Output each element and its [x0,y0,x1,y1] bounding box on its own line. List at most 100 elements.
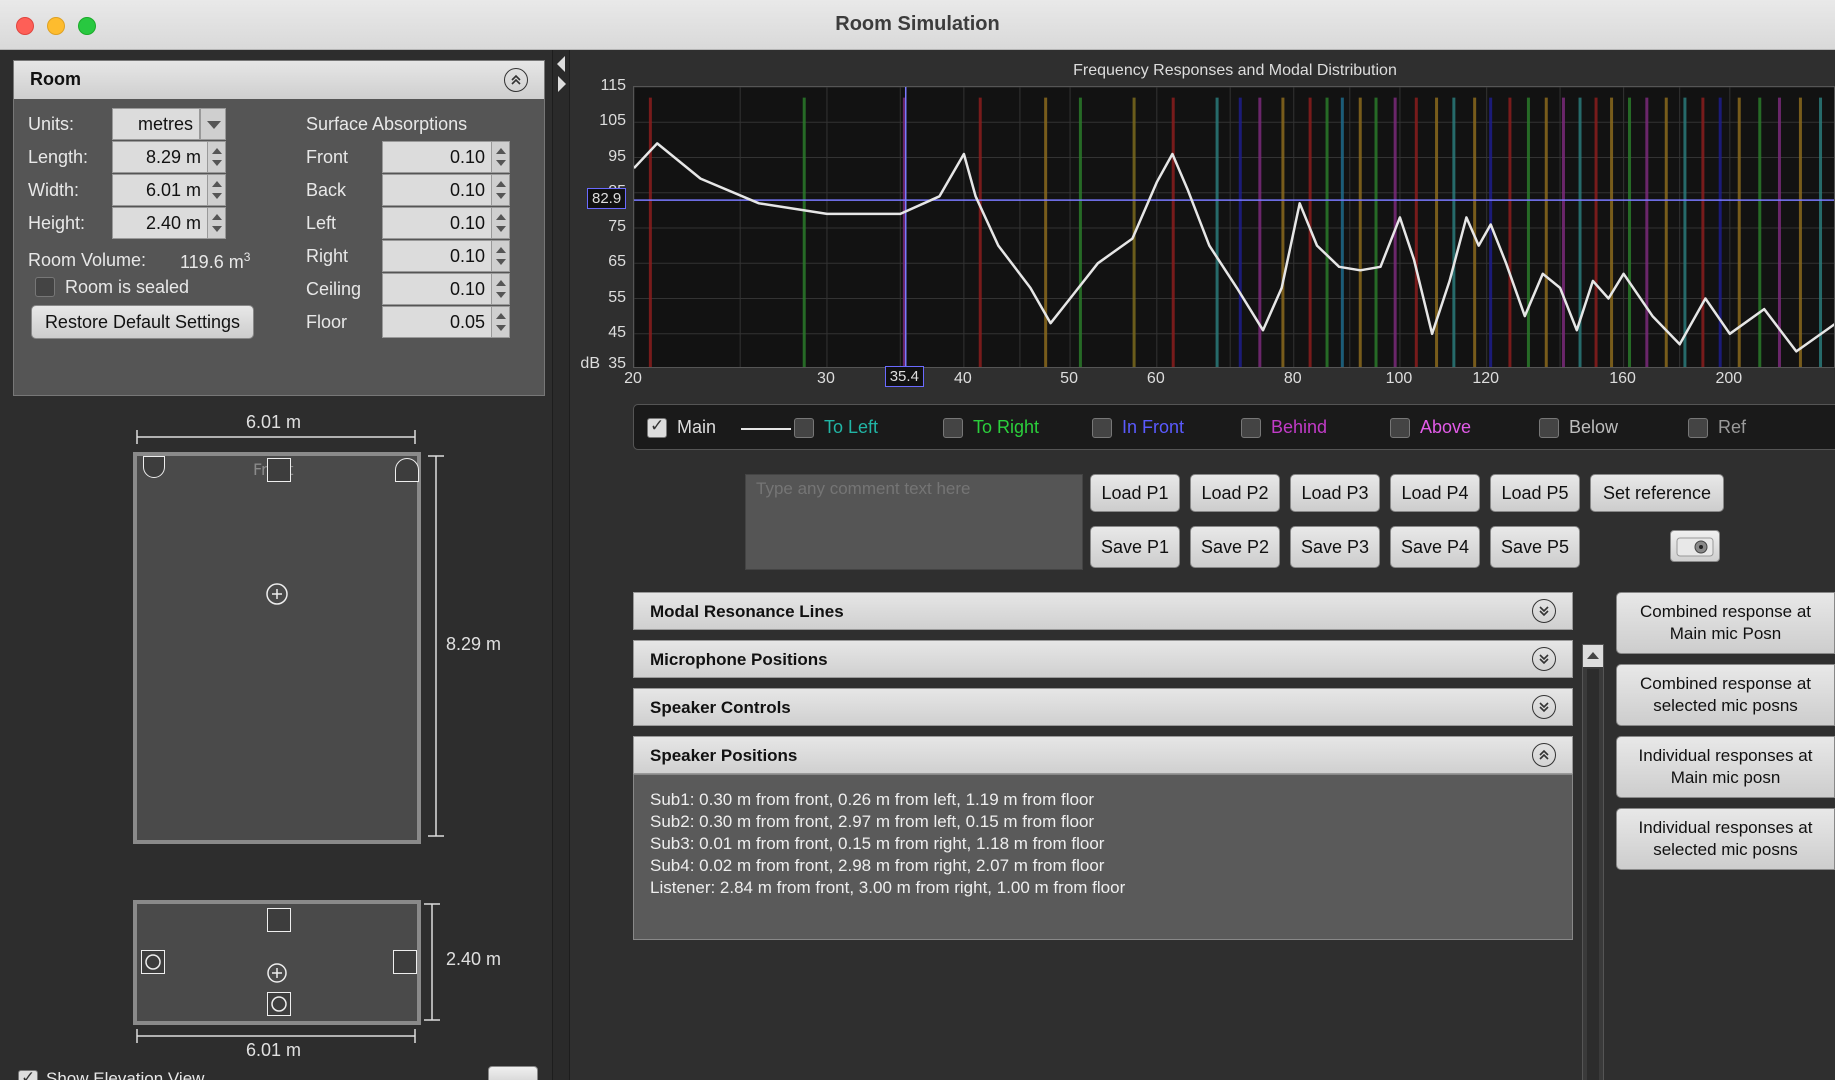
chart-title: Frequency Responses and Modal Distributi… [1073,62,1397,79]
plan-length-dimension: 8.29 m [446,634,502,654]
speaker-position-line: Sub2: 0.30 m from front, 2.97 m from lef… [650,812,1095,831]
collapse-up-icon[interactable] [1532,743,1556,767]
save-p5-button[interactable]: Save P5 [1490,526,1580,568]
expand-down-icon[interactable] [1532,647,1556,671]
speaker-position-line: Sub1: 0.30 m from front, 0.26 m from lef… [650,790,1095,809]
scrollbar-track[interactable] [1587,669,1599,1080]
modal-resonance-lines-header[interactable]: Modal Resonance Lines [633,592,1573,630]
sub3-speaker-icon[interactable] [395,458,419,482]
scroll-up-icon[interactable] [1583,645,1603,667]
listener-elevation-icon[interactable] [265,962,289,986]
legend-ref-label: Ref [1718,417,1747,437]
y-tick-label: 95 [608,147,626,165]
listener-icon[interactable] [265,582,289,606]
legend-ref-checkbox[interactable] [1688,418,1708,438]
legend-in-front-label: In Front [1122,417,1185,437]
load-p5-button[interactable]: Load P5 [1490,474,1580,512]
window-title: Room Simulation [835,13,1000,35]
legend-behind-checkbox[interactable] [1241,418,1261,438]
legend-to-right-label: To Right [973,417,1040,437]
load-p1-button[interactable]: Load P1 [1090,474,1180,512]
expand-down-icon[interactable] [1532,599,1556,623]
camera-icon[interactable] [488,1066,538,1080]
camera-icon[interactable] [1670,530,1720,562]
microphone-positions-title: Microphone Positions [650,650,828,669]
legend-main-label: Main [677,417,717,437]
show-elevation-label: Show Elevation View [46,1069,205,1080]
comment-input[interactable] [745,474,1083,570]
legend-to-right-checkbox[interactable] [943,418,963,438]
speaker-position-line: Listener: 2.84 m from front, 3.00 m from… [650,878,1126,897]
expand-down-icon[interactable] [1532,695,1556,719]
accordion-scrollbar[interactable] [1582,644,1604,1080]
legend-main-line [741,428,791,430]
room-plan-view[interactable]: Front [133,452,421,844]
load-p3-button[interactable]: Load P3 [1290,474,1380,512]
combined-main-mic-button[interactable]: Combined response at Main mic Posn [1616,592,1835,654]
show-elevation-checkbox[interactable] [18,1068,38,1080]
load-p4-button[interactable]: Load P4 [1390,474,1480,512]
sub1-speaker-icon[interactable] [143,456,165,478]
individual-selected-mics-button[interactable]: Individual responses at selected mic pos… [1616,808,1835,870]
left-pane: Room Units: metres Length: 8.29 m Width:… [0,50,552,1080]
x-tick-label: 50 [1060,370,1078,387]
sub2-elevation-icon[interactable] [267,992,291,1016]
y-tick-label: 45 [608,323,626,341]
plan-width-dimension: 6.01 m [246,412,302,432]
sub1-elevation-icon[interactable] [141,950,165,974]
sub3-elevation-icon[interactable] [393,950,417,974]
save-p1-button[interactable]: Save P1 [1090,526,1180,568]
legend-in-front-checkbox[interactable] [1092,418,1112,438]
modal-resonance-lines-title: Modal Resonance Lines [650,602,844,621]
combined-selected-mics-button[interactable]: Combined response at selected mic posns [1616,664,1835,726]
x-tick-label: 120 [1472,370,1500,387]
legend-to-left-checkbox[interactable] [794,418,814,438]
speaker-positions-title: Speaker Positions [650,746,798,765]
individual-main-mic-button[interactable]: Individual responses at Main mic posn [1616,736,1835,798]
right-pane: Frequency Responses and Modal Distributi… [570,50,1835,1080]
legend-behind-label: Behind [1271,417,1328,437]
title-bar: Room Simulation [0,0,1835,50]
speaker-position-line: Sub3: 0.01 m from front, 0.15 m from rig… [650,834,1105,853]
cursor-y-readout: 82.9 [587,188,627,210]
chart-plot-area [634,87,1834,367]
x-tick-label: 30 [817,370,835,387]
load-p2-button[interactable]: Load P2 [1190,474,1280,512]
legend-to-left-label: To Left [824,417,879,437]
elevation-width-dimension: 6.01 m [246,1040,302,1060]
x-tick-label: 80 [1283,370,1302,387]
x-tick-label: 40 [953,370,972,387]
y-tick-label: 55 [608,288,626,306]
save-p2-button[interactable]: Save P2 [1190,526,1280,568]
y-axis-unit: dB [580,355,600,372]
speaker-positions-header[interactable]: Speaker Positions [633,736,1573,774]
speaker-positions-body: Sub1: 0.30 m from front, 0.26 m from lef… [633,774,1573,940]
set-reference-button[interactable]: Set reference [1590,474,1724,512]
frequency-response-chart[interactable] [633,86,1835,368]
elevation-height-dimension: 2.40 m [446,949,502,969]
sub4-speaker-icon[interactable] [267,908,291,932]
y-tick-label: 105 [599,112,626,130]
y-tick-label: 65 [608,253,626,271]
x-tick-label: 160 [1609,370,1636,387]
x-tick-label: 200 [1715,370,1743,387]
sub2-speaker-icon[interactable] [267,458,291,482]
room-elevation-view[interactable] [133,900,421,1025]
legend-below-checkbox[interactable] [1539,418,1559,438]
save-p3-button[interactable]: Save P3 [1290,526,1380,568]
legend-below-label: Below [1569,417,1619,437]
speaker-controls-header[interactable]: Speaker Controls [633,688,1573,726]
cursor-x-readout: 35.4 [884,366,924,387]
speaker-controls-title: Speaker Controls [650,698,791,717]
microphone-positions-header[interactable]: Microphone Positions [633,640,1573,678]
y-tick-label: 75 [608,218,626,235]
x-tick-label: 20 [624,370,642,387]
pane-divider[interactable] [552,50,570,1080]
legend-above-checkbox[interactable] [1390,418,1410,438]
divider-arrows-icon[interactable] [554,54,570,94]
legend-above-label: Above [1420,417,1472,437]
legend-main-checkbox[interactable] [647,416,667,438]
y-tick-label: 115 [600,77,626,94]
speaker-position-line: Sub4: 0.02 m from front, 2.98 m from rig… [650,856,1105,875]
save-p4-button[interactable]: Save P4 [1390,526,1480,568]
